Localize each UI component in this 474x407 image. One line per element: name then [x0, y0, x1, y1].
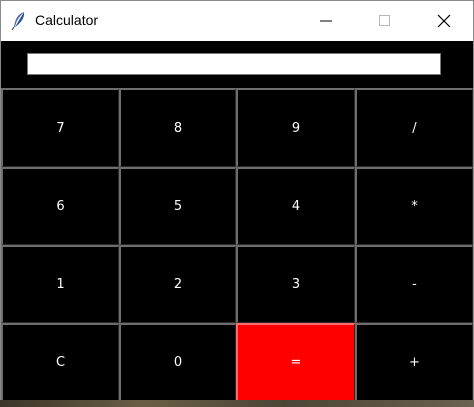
- display-input[interactable]: [27, 53, 441, 75]
- close-icon: [437, 14, 451, 28]
- key-divide[interactable]: /: [355, 88, 473, 167]
- key-8[interactable]: 8: [119, 88, 236, 167]
- key-subtract[interactable]: -: [355, 245, 473, 323]
- title-bar[interactable]: Calculator: [1, 1, 473, 41]
- key-5[interactable]: 5: [119, 167, 236, 245]
- minimize-icon: [320, 20, 332, 22]
- feather-icon: [11, 11, 27, 31]
- key-9[interactable]: 9: [236, 88, 355, 167]
- minimize-button[interactable]: [303, 1, 349, 41]
- key-3[interactable]: 3: [236, 245, 355, 323]
- key-0[interactable]: 0: [119, 323, 236, 401]
- key-7[interactable]: 7: [1, 88, 119, 167]
- calculator-body: 7 8 9 / 6 5 4 * 1 2 3 - C 0 = +: [1, 41, 473, 401]
- key-1[interactable]: 1: [1, 245, 119, 323]
- key-2[interactable]: 2: [119, 245, 236, 323]
- close-button[interactable]: [421, 1, 467, 41]
- maximize-button[interactable]: [362, 1, 408, 41]
- keypad: 7 8 9 / 6 5 4 * 1 2 3 - C 0 = +: [1, 88, 473, 401]
- window-title: Calculator: [35, 12, 99, 28]
- key-clear[interactable]: C: [1, 323, 119, 401]
- maximize-icon: [379, 15, 390, 26]
- key-equals[interactable]: =: [236, 323, 355, 401]
- key-multiply[interactable]: *: [355, 167, 473, 245]
- key-4[interactable]: 4: [236, 167, 355, 245]
- desktop-background: [0, 400, 474, 407]
- key-6[interactable]: 6: [1, 167, 119, 245]
- calculator-window: Calculator 7 8 9 / 6 5 4 * 1 2 3 - C 0 =…: [0, 0, 474, 402]
- key-add[interactable]: +: [355, 323, 473, 401]
